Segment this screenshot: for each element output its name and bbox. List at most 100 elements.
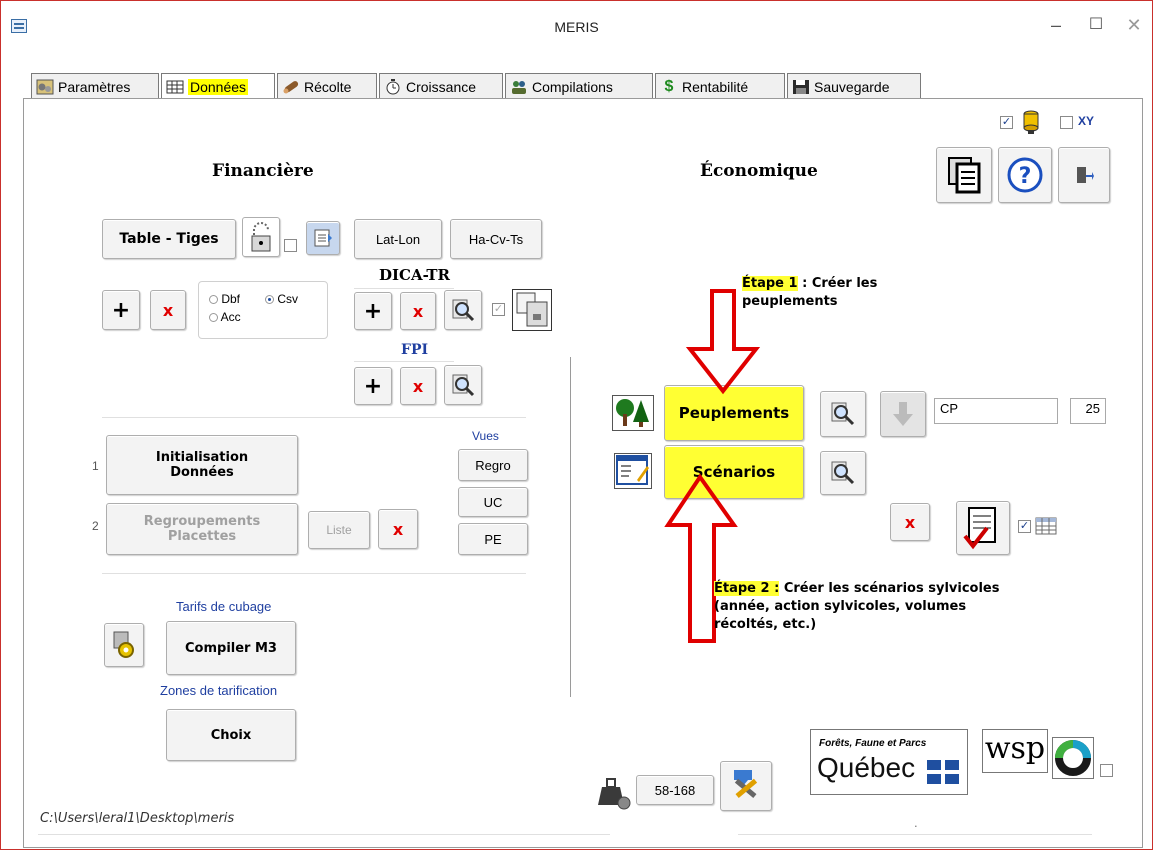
gear-icon [113, 631, 134, 658]
ha-cv-ts-button[interactable]: Ha-Cv-Ts [450, 219, 542, 259]
tab-label: Rentabilité [682, 78, 749, 95]
compiler-m3-button[interactable]: Compiler M3 [166, 621, 296, 675]
logo-checkbox[interactable] [1100, 764, 1113, 777]
scenarios-view-button[interactable] [820, 451, 866, 495]
xy-label: XY [1078, 114, 1095, 128]
svg-text:?: ? [1019, 164, 1032, 189]
step2-text-c: récoltés, etc.) [714, 617, 817, 632]
dbf-radio[interactable] [209, 295, 218, 305]
gears-icon [36, 79, 54, 95]
help-button[interactable]: ? [998, 147, 1052, 203]
peuplements-view-button[interactable] [820, 391, 866, 437]
edit-list-button[interactable] [306, 221, 340, 255]
title-bar: MERIS – ☐ ✕ [1, 1, 1152, 57]
delete-data-button[interactable]: x [150, 290, 186, 330]
regroupements-placettes-button[interactable]: Regroupements Placettes [106, 503, 298, 555]
dica-checkbox[interactable]: ✓ [492, 303, 505, 316]
maximize-button[interactable]: ☐ [1081, 11, 1111, 39]
xy-checkbox[interactable] [1060, 116, 1073, 129]
vertical-divider [570, 357, 571, 697]
add-data-button[interactable]: + [102, 290, 140, 330]
step1-annotation: Étape 1 : Créer les peuplements [742, 275, 877, 311]
economique-heading: Économique [700, 161, 818, 181]
exit-button[interactable] [1058, 147, 1110, 203]
format-csv-option[interactable]: Csv [265, 292, 298, 306]
step2-text-b: (année, action sylvicoles, volumes [714, 599, 967, 614]
version-button[interactable]: 58-168 [636, 775, 714, 805]
pe-view-button[interactable]: PE [458, 523, 528, 555]
close-button[interactable]: ✕ [1119, 11, 1149, 39]
tab-label: Données [188, 79, 249, 95]
initialisation-donnees-button[interactable]: Initialisation Données [106, 435, 298, 495]
liste-button[interactable]: Liste [308, 511, 370, 549]
report-table-checkbox[interactable]: ✓ [1018, 520, 1031, 533]
acc-radio[interactable] [209, 313, 218, 323]
cp-field[interactable]: CP [934, 398, 1058, 424]
lock-checkbox[interactable] [284, 239, 297, 252]
dica-view-button[interactable] [444, 290, 482, 330]
tab-recolte[interactable]: Récolte [277, 73, 377, 99]
lat-lon-button[interactable]: Lat-Lon [354, 219, 442, 259]
tab-parametres[interactable]: Paramètres [31, 73, 159, 99]
copy-report-button[interactable] [936, 147, 992, 203]
padlock-icon [251, 222, 271, 252]
table-grid-icon [1035, 517, 1057, 535]
magnifier-icon [452, 374, 475, 397]
settings-gear-button[interactable] [104, 623, 144, 667]
checklist-report-icon [963, 507, 996, 550]
weight-gear-icon [594, 775, 634, 811]
format-dbf-option[interactable]: Dbf [209, 292, 240, 306]
db-checkbox[interactable]: ✓ [1000, 116, 1013, 129]
fpi-view-button[interactable] [444, 365, 482, 405]
format-group: Dbf Csv Acc [198, 281, 328, 339]
tab-label: Croissance [406, 78, 477, 95]
minimize-button[interactable]: – [1041, 11, 1071, 39]
tarifs-cubage-label: Tarifs de cubage [176, 599, 272, 614]
dica-add-button[interactable]: + [354, 292, 392, 330]
scenarios-icon-button[interactable] [614, 453, 652, 489]
count-field[interactable]: 25 [1070, 398, 1106, 424]
choix-button[interactable]: Choix [166, 709, 296, 761]
dica-image-button[interactable] [512, 289, 552, 331]
format-acc-option[interactable]: Acc [209, 310, 241, 324]
table-tiges-button[interactable]: Table - Tiges [102, 219, 236, 259]
regroup-delete-button[interactable]: x [378, 509, 418, 549]
csv-radio[interactable] [265, 295, 274, 305]
tab-compilations[interactable]: Compilations [505, 73, 653, 99]
footer-dot: . [914, 815, 918, 830]
import-down-button[interactable] [880, 391, 926, 437]
project-path: C:\Users\leral1\Desktop\meris [40, 811, 235, 826]
app-window: MERIS – ☐ ✕ Paramètres Données Récolte C… [0, 0, 1153, 850]
table-icon [166, 79, 184, 95]
step1-text-a: : Créer les [797, 276, 878, 291]
fpi-add-button[interactable]: + [354, 367, 392, 405]
tab-sauvegarde[interactable]: Sauvegarde [787, 73, 921, 99]
tab-rentabilite[interactable]: $ Rentabilité [655, 73, 785, 99]
regroup-line2: Placettes [167, 529, 237, 544]
window-title: MERIS [554, 19, 599, 35]
section-separator-2 [102, 573, 526, 574]
plus-icon: + [111, 297, 131, 323]
unlock-button[interactable] [242, 217, 280, 257]
team-icon [510, 79, 528, 95]
dbf-label: Dbf [221, 292, 241, 306]
report-button[interactable] [956, 501, 1010, 555]
delete-icon: x [412, 376, 424, 396]
plus-icon: + [363, 298, 383, 324]
tab-croissance[interactable]: Croissance [379, 73, 503, 99]
regro-view-button[interactable]: Regro [458, 449, 528, 481]
exit-door-icon [1077, 167, 1094, 183]
dica-delete-button[interactable]: x [400, 292, 436, 330]
uc-view-button[interactable]: UC [458, 487, 528, 517]
economique-delete-button[interactable]: x [890, 503, 930, 541]
fpi-delete-button[interactable]: x [400, 367, 436, 405]
install-tools-button[interactable] [720, 761, 772, 811]
tab-label: Récolte [304, 78, 352, 95]
vues-label: Vues [472, 429, 499, 443]
tab-donnees[interactable]: Données [161, 73, 275, 100]
stopwatch-icon [384, 78, 402, 95]
peuplements-icon-button[interactable] [612, 395, 654, 431]
donnees-panel: ✓ XY Financière Économique ? Table - Tig… [23, 98, 1143, 848]
notepad-edit-icon [616, 455, 649, 485]
magnifier-icon [831, 461, 855, 485]
